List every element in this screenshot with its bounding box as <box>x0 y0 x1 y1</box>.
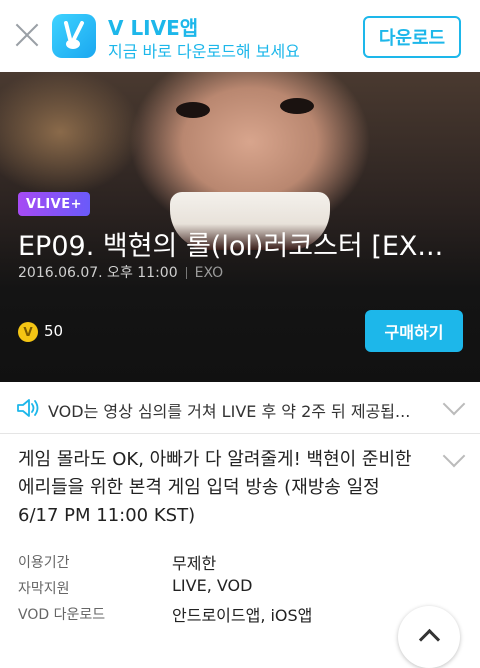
info-label: 이용기간 <box>18 555 70 571</box>
coin-icon: V <box>18 322 38 342</box>
thumbnail-eye <box>280 98 314 114</box>
thumbnail-eye <box>176 102 210 118</box>
banner-subtitle: 지금 바로 다운로드해 보세요 <box>108 42 300 61</box>
app-name: V LIVE앱 <box>108 16 199 40</box>
purchase-button[interactable]: 구매하기 <box>365 310 463 352</box>
chevron-down-icon[interactable] <box>442 392 466 416</box>
info-value: LIVE, VOD <box>172 576 253 595</box>
close-icon[interactable] <box>14 22 40 48</box>
scroll-to-top-button[interactable] <box>398 606 460 668</box>
speaker-icon <box>17 399 39 417</box>
app-download-banner: V LIVE앱 지금 바로 다운로드해 보세요 다운로드 <box>0 0 480 72</box>
video-hero[interactable]: VLIVE+ EP09. 백현의 롤(lol)러코스터 [EX... 2016.… <box>0 72 480 382</box>
video-meta: 2016.06.07. 오후 11:00 EXO <box>18 262 223 282</box>
download-button[interactable]: 다운로드 <box>363 16 461 58</box>
video-title: EP09. 백현의 롤(lol)러코스터 [EX... <box>18 231 444 262</box>
video-date: 2016.06.07. 오후 11:00 <box>18 265 178 281</box>
vod-notice-text: VOD는 영상 심의를 거쳐 LIVE 후 약 2주 뒤 제공됩... <box>48 402 411 421</box>
vod-notice-row[interactable]: VOD는 영상 심의를 거쳐 LIVE 후 약 2주 뒤 제공됩... <box>0 382 480 434</box>
info-value: 무제한 <box>172 554 217 573</box>
vlive-plus-badge: VLIVE+ <box>18 192 91 216</box>
vlive-app-icon <box>52 14 96 58</box>
meta-divider <box>185 267 187 279</box>
info-label: VOD 다운로드 <box>18 607 106 623</box>
channel-name[interactable]: EXO <box>195 265 224 281</box>
chevron-down-icon[interactable] <box>442 444 466 468</box>
info-value: 안드로이드앱, iOS앱 <box>172 606 313 625</box>
coin-price: 50 <box>44 322 64 340</box>
video-description: 게임 몰라도 OK, 아빠가 다 알려줄게! 백현이 준비한 에리들을 위한 본… <box>18 449 412 526</box>
info-label: 자막지원 <box>18 581 70 597</box>
